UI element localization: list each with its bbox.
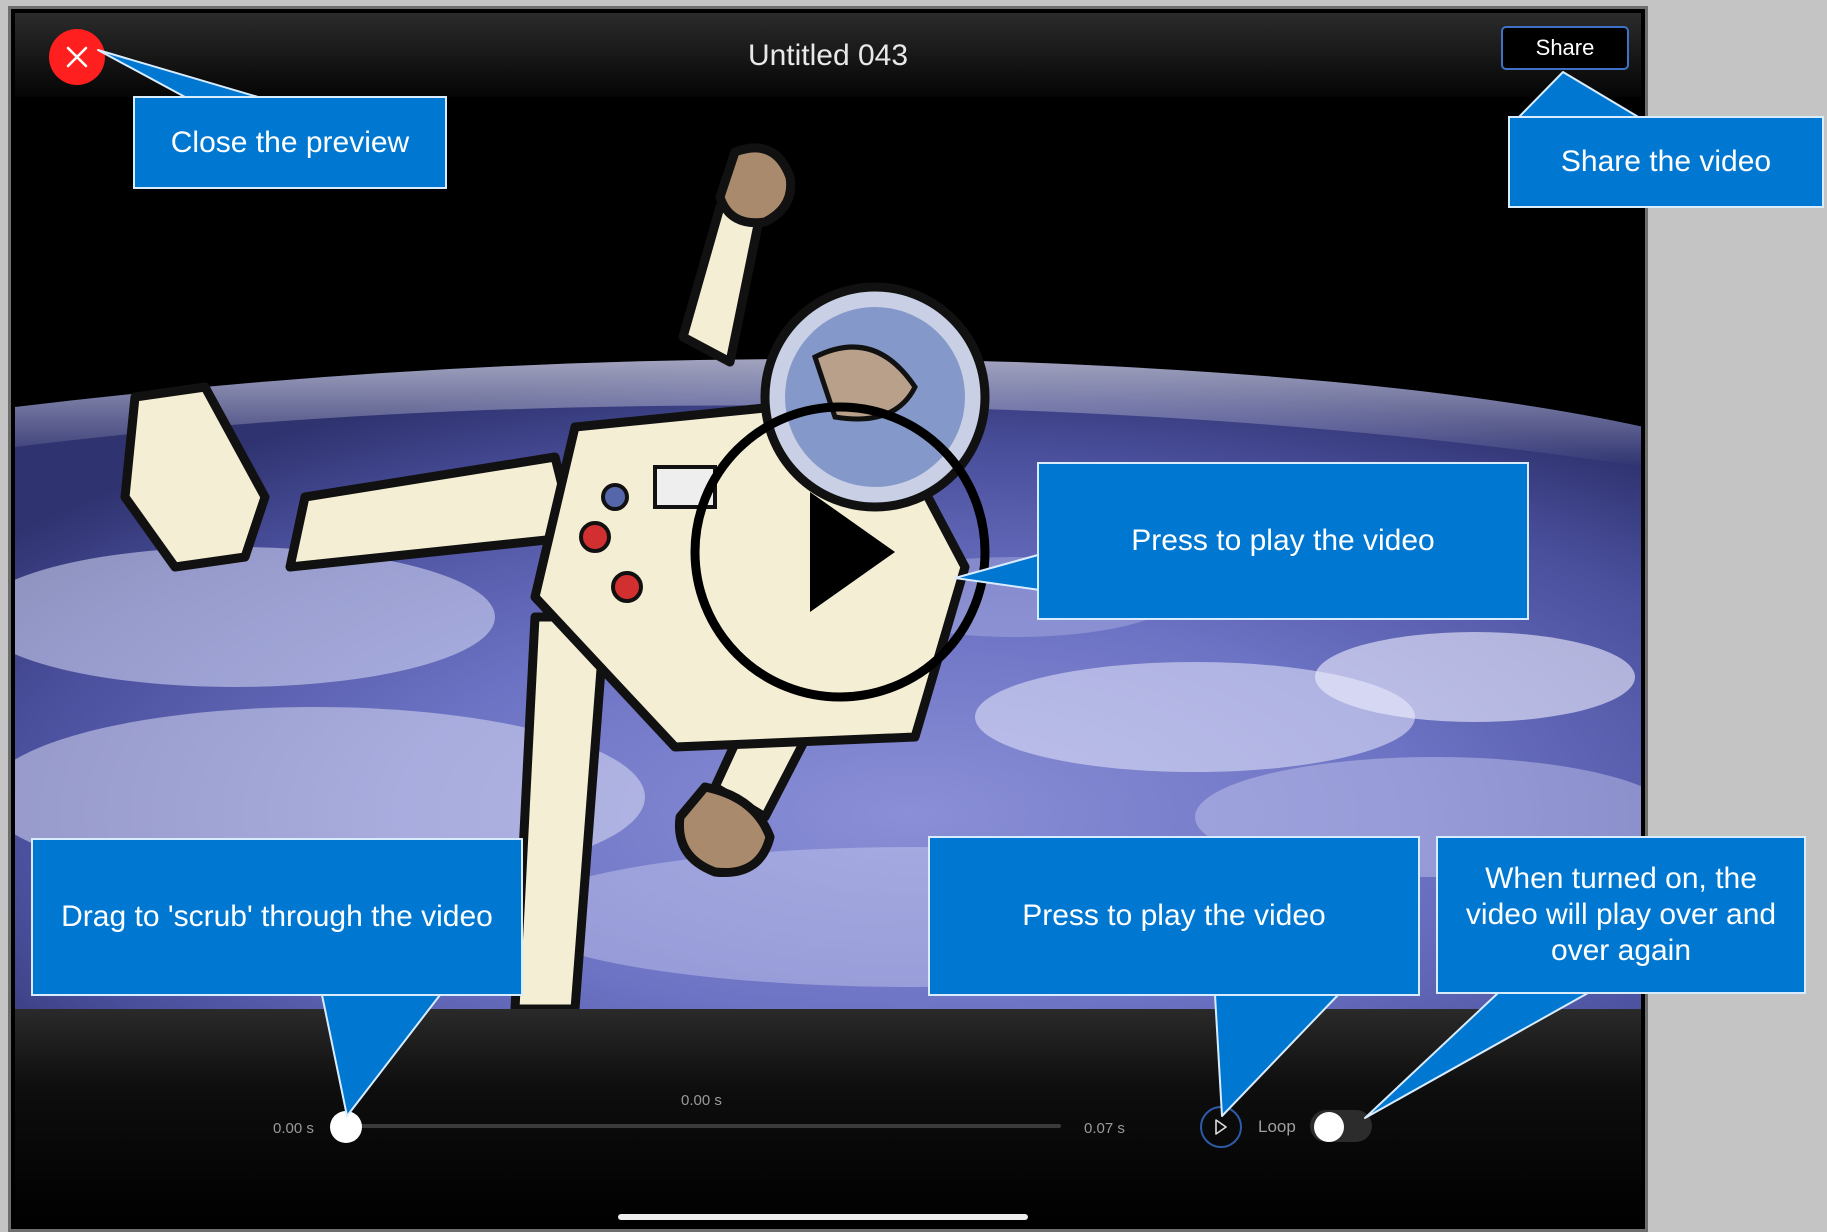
scrub-handle[interactable] xyxy=(330,1111,362,1143)
end-time-label: 0.07 s xyxy=(1084,1120,1125,1137)
callout-play-small: Press to play the video xyxy=(928,836,1420,996)
loop-label: Loop xyxy=(1258,1117,1296,1136)
callout-play-center: Press to play the video xyxy=(1037,462,1529,620)
start-time-label: 0.00 s xyxy=(273,1120,314,1137)
close-icon xyxy=(66,46,88,68)
callout-scrub: Drag to 'scrub' through the video xyxy=(31,838,523,996)
loop-toggle-knob[interactable] xyxy=(1314,1112,1344,1142)
current-time-label: 0.00 s xyxy=(681,1092,722,1109)
preview-screen: Untitled 043 Share xyxy=(15,13,1641,1229)
playback-controls xyxy=(15,1009,1641,1229)
home-indicator xyxy=(618,1214,1028,1220)
scrub-track[interactable] xyxy=(341,1124,1061,1128)
callout-close-preview: Close the preview xyxy=(133,96,447,189)
top-bar: Untitled 043 Share xyxy=(15,13,1641,97)
close-button[interactable] xyxy=(49,29,105,85)
share-button[interactable]: Share xyxy=(1501,26,1629,70)
callout-loop: When turned on, the video will play over… xyxy=(1436,836,1806,994)
video-title: Untitled 043 xyxy=(747,39,909,72)
play-button[interactable] xyxy=(1200,1106,1242,1148)
play-icon xyxy=(1215,1119,1227,1135)
callout-share-video: Share the video xyxy=(1508,116,1824,208)
